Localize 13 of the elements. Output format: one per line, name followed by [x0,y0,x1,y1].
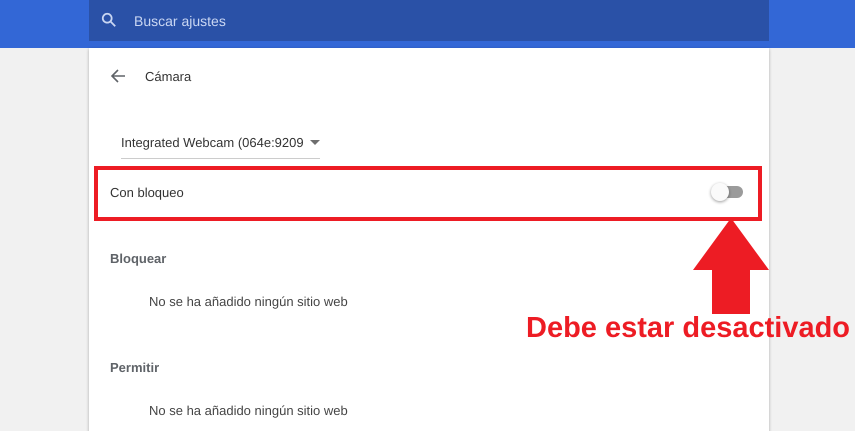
section-heading: Bloquear [109,250,168,268]
camera-dropdown[interactable]: Integrated Webcam (064e:9209 [121,127,320,159]
caret-icon [310,140,320,145]
up-arrow-icon [693,218,769,314]
section-heading: Permitir [109,359,160,377]
annotation-text: Debe estar desactivado [526,312,850,345]
back-arrow-icon[interactable] [110,68,126,84]
empty-message: No se ha añadido ningún sitio web [148,402,349,420]
empty-message: No se ha añadido ningún sitio web [148,293,349,311]
toggle-label: Con bloqueo [110,184,184,200]
page-title: Cámara [145,68,192,84]
toggle-switch[interactable] [711,182,745,202]
search-field[interactable]: Buscar ajustes [89,0,769,41]
